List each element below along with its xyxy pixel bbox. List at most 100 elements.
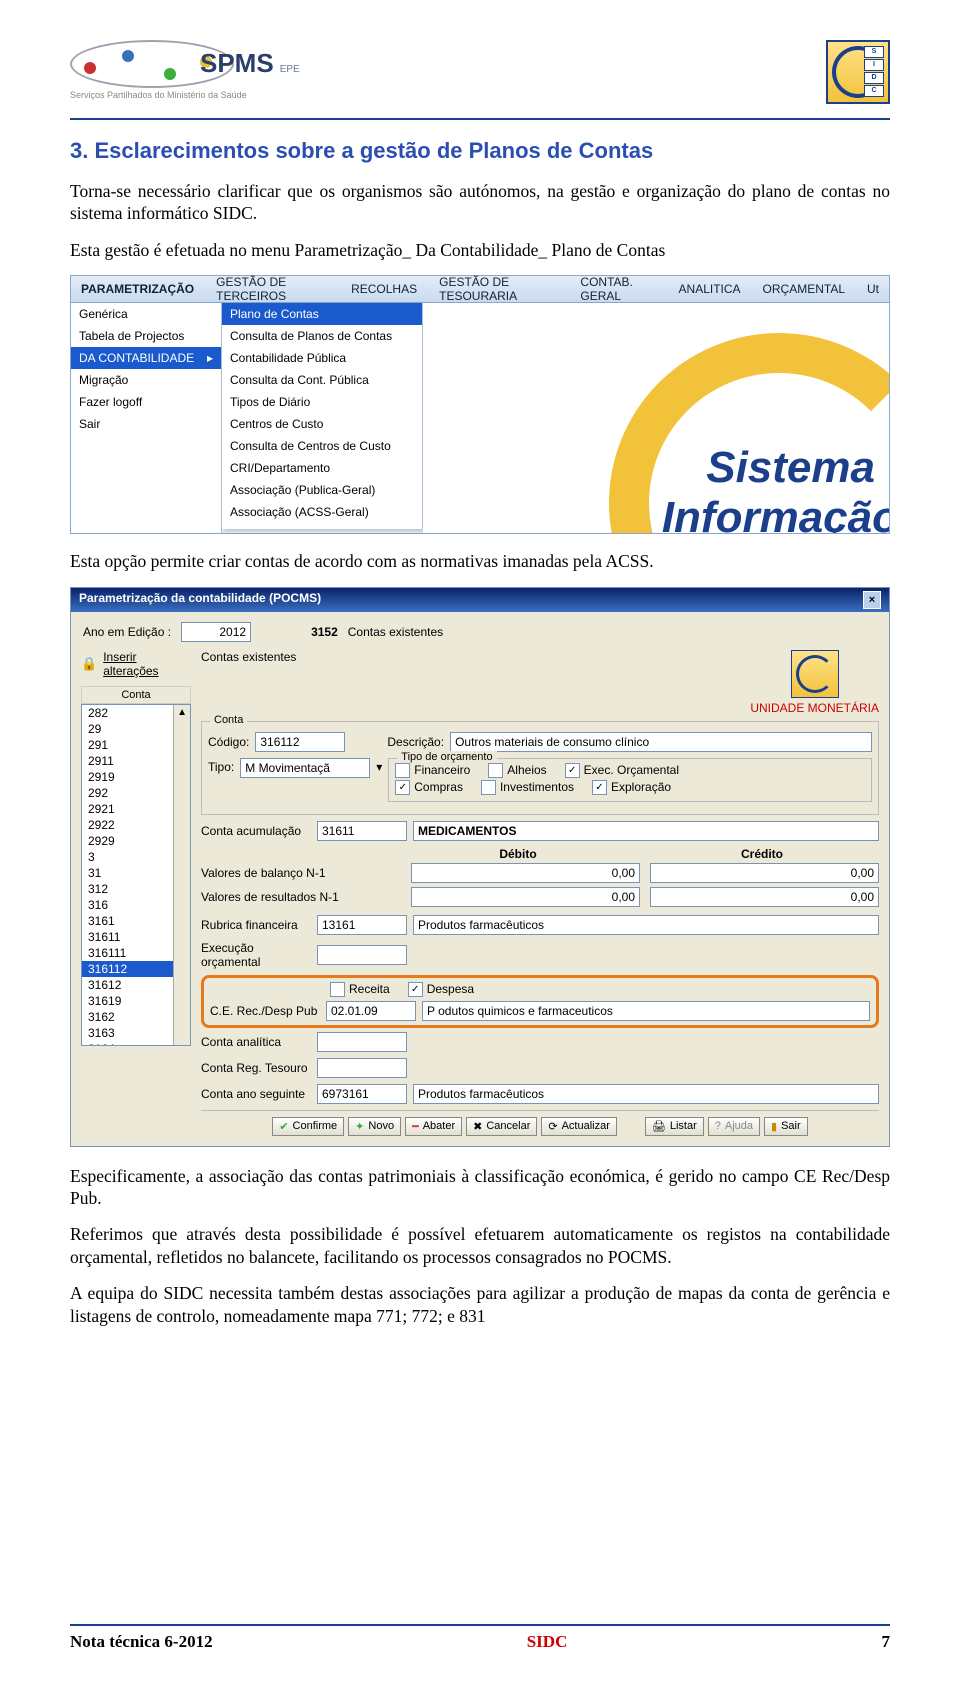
menubar-item[interactable]: CONTAB. GERAL	[580, 275, 656, 303]
conta-ano-seg-input[interactable]: 6973161	[317, 1084, 407, 1104]
close-icon[interactable]: ×	[863, 591, 881, 609]
ajuda-button[interactable]: ?Ajuda	[708, 1117, 760, 1136]
inserir-link[interactable]: Inserir alterações	[103, 650, 191, 678]
chk-receita[interactable]: Receita	[330, 982, 390, 997]
submenu-item-selected[interactable]: Plano de Contas	[222, 303, 422, 325]
submenu-item[interactable]: CRI/Departamento	[222, 457, 422, 479]
val-res-credito[interactable]: 0,00	[650, 887, 879, 907]
submenu-item[interactable]: Contabilidade Pública	[222, 347, 422, 369]
spms-epe: EPE	[280, 64, 300, 75]
descricao-input[interactable]: Outros materiais de consumo clínico	[450, 732, 872, 752]
submenu-item[interactable]: Associação (Publica-Geral)	[222, 479, 422, 501]
paragraph-3: Esta opção permite criar contas de acord…	[70, 550, 890, 572]
tipo-select[interactable]: M Movimentaçã	[240, 758, 370, 778]
codigo-label: Código:	[208, 735, 249, 749]
listar-button[interactable]: 🖨Listar	[645, 1117, 704, 1136]
count-number: 3152	[311, 625, 338, 639]
conta-acum-input[interactable]: 31611	[317, 821, 407, 841]
unidade-monetaria-label: UNIDADE MONETÁRIA	[750, 701, 879, 715]
left-menu-item[interactable]: Fazer logoff	[71, 391, 221, 413]
paragraph-4: Especificamente, a associação das contas…	[70, 1165, 890, 1210]
debito-header: Débito	[401, 847, 635, 861]
tipo-label: Tipo:	[208, 758, 234, 774]
conta-ano-seg-label: Conta ano seguinte	[201, 1087, 311, 1101]
menubar-item[interactable]: GESTÃO DE TESOURARIA	[439, 275, 558, 303]
val-bal-credito[interactable]: 0,00	[650, 863, 879, 883]
conta-listbox[interactable]: ▲ 282 29 291 2911 2919 292 2921 2922 292…	[81, 704, 191, 1046]
spms-logo: SPMS EPE Serviços Partilhados do Ministér…	[70, 40, 310, 100]
ce-label: C.E. Rec./Desp Pub	[210, 1004, 320, 1018]
conta-ano-seg-desc: Produtos farmacêuticos	[413, 1084, 879, 1104]
left-menu-item[interactable]: Genérica	[71, 303, 221, 325]
window-titlebar[interactable]: Parametrização da contabilidade (POCMS) …	[71, 588, 889, 612]
conta-acum-desc: MEDICAMENTOS	[413, 821, 879, 841]
ce-desc: P odutos quimicos e farmaceuticos	[422, 1001, 870, 1021]
val-bal-label: Valores de balanço N-1	[201, 866, 401, 880]
page-header: SPMS EPE Serviços Partilhados do Ministér…	[70, 40, 890, 104]
rubrica-input[interactable]: 13161	[317, 915, 407, 935]
footer-rule	[70, 1624, 890, 1626]
spms-subtitle: Serviços Partilhados do Ministério da Sa…	[70, 90, 310, 100]
codigo-input[interactable]: 316112	[255, 732, 345, 752]
submenu-item[interactable]: Associação (ACSS-Geral)	[222, 501, 422, 523]
header-rule	[70, 118, 890, 120]
val-bal-debito[interactable]: 0,00	[411, 863, 640, 883]
paragraph-6: A equipa do SIDC necessita também destas…	[70, 1282, 890, 1327]
menubar-item[interactable]: GESTÃO DE TERCEIROS	[216, 275, 329, 303]
paragraph-5: Referimos que através desta possibilidad…	[70, 1223, 890, 1268]
sair-button[interactable]: ▮Sair	[764, 1117, 808, 1136]
spms-word: SPMS	[200, 48, 274, 78]
submenu: Plano de Contas Consulta de Planos de Co…	[222, 303, 423, 529]
conta-reg-tesouro-input[interactable]	[317, 1058, 407, 1078]
ce-input[interactable]: 02.01.09	[326, 1001, 416, 1021]
menubar-item[interactable]: ORÇAMENTAL	[763, 282, 845, 296]
app-background: Sistema Informação	[423, 303, 889, 533]
submenu-item[interactable]: Consulta de Planos de Contas	[222, 325, 422, 347]
contas-existentes-label: Contas existentes	[201, 650, 296, 664]
confirme-button[interactable]: ✔Confirme	[272, 1117, 344, 1136]
screenshot-form: Parametrização da contabilidade (POCMS) …	[70, 587, 890, 1147]
descricao-label: Descrição:	[387, 735, 444, 749]
paragraph-2: Esta gestão é efetuada no menu Parametri…	[70, 239, 890, 261]
val-res-label: Valores de resultados N-1	[201, 890, 401, 904]
submenu-item[interactable]: Consulta da Cont. Pública	[222, 369, 422, 391]
abater-button[interactable]: ━Abater	[405, 1117, 462, 1136]
scrollbar[interactable]: ▲	[173, 705, 190, 1045]
footer-center: SIDC	[527, 1632, 568, 1652]
conta-group-title: Conta	[210, 714, 247, 726]
menubar-item[interactable]: ANALITICA	[679, 282, 741, 296]
actualizar-button[interactable]: ⟳Actualizar	[541, 1117, 617, 1136]
left-menu-item[interactable]: Tabela de Projectos	[71, 325, 221, 347]
rubrica-label: Rubrica financeira	[201, 918, 311, 932]
menubar-item[interactable]: Ut	[867, 282, 879, 296]
ano-input[interactable]: 2012	[181, 622, 251, 642]
window-title: Parametrização da contabilidade (POCMS)	[79, 591, 321, 609]
menubar: PARAMETRIZAÇÃO GESTÃO DE TERCEIROS RECOL…	[70, 275, 890, 303]
execorc-input[interactable]	[317, 945, 407, 965]
submenu-item[interactable]: Tipos de Diário	[222, 391, 422, 413]
left-menu-item[interactable]: Sair	[71, 413, 221, 435]
menubar-item[interactable]: PARAMETRIZAÇÃO	[81, 282, 194, 296]
chk-execorc[interactable]: ✓Exec. Orçamental	[565, 763, 679, 778]
left-menu-item-selected[interactable]: DA CONTABILIDADE	[71, 347, 221, 369]
submenu-item[interactable]: Consulta de Centros de Custo	[222, 435, 422, 457]
section-heading: 3. Esclarecimentos sobre a gestão de Pla…	[70, 138, 890, 164]
paragraph-1: Torna-se necessário clarificar que os or…	[70, 180, 890, 225]
left-menu-item[interactable]: Migração	[71, 369, 221, 391]
novo-button[interactable]: ✦Novo	[348, 1117, 401, 1136]
dropdown-icon[interactable]: ▾	[376, 758, 382, 774]
button-bar: ✔Confirme ✦Novo ━Abater ✖Cancelar ⟳Actua…	[201, 1110, 879, 1136]
ano-label: Ano em Edição :	[83, 625, 171, 639]
conta-analitica-input[interactable]	[317, 1032, 407, 1052]
menubar-item[interactable]: RECOLHAS	[351, 282, 417, 296]
cancelar-button[interactable]: ✖Cancelar	[466, 1117, 537, 1136]
chk-exploracao[interactable]: ✓Exploração	[592, 780, 671, 795]
chk-alheios[interactable]: Alheios	[488, 763, 546, 778]
document-page: SPMS EPE Serviços Partilhados do Ministér…	[0, 0, 960, 1688]
chk-compras[interactable]: ✓Compras	[395, 780, 463, 795]
chk-despesa[interactable]: ✓Despesa	[408, 982, 474, 997]
val-res-debito[interactable]: 0,00	[411, 887, 640, 907]
submenu-item[interactable]: Centros de Custo	[222, 413, 422, 435]
chk-financeiro[interactable]: Financeiro	[395, 763, 470, 778]
chk-investimentos[interactable]: Investimentos	[481, 780, 574, 795]
